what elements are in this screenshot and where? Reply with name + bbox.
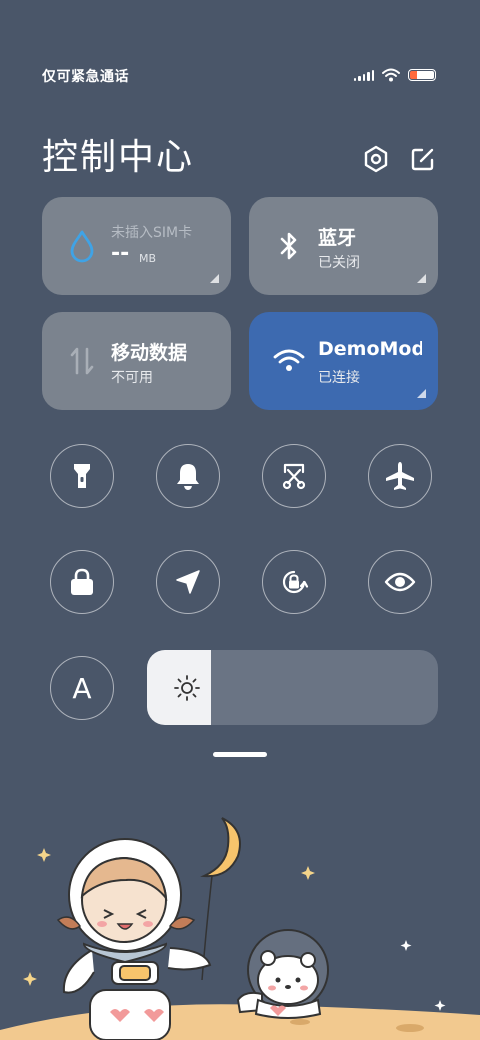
lock-screen-toggle[interactable]	[50, 550, 114, 614]
signal-icon	[353, 69, 374, 81]
wallpaper-illustration	[0, 817, 480, 1040]
bluetooth-title: 蓝牙	[318, 227, 357, 249]
bell-icon	[177, 464, 199, 490]
sim-status-label: 未插入SIM卡	[111, 225, 193, 241]
airplane-icon	[386, 462, 414, 490]
lock-icon	[71, 568, 93, 595]
wifi-icon	[273, 342, 305, 380]
location-toggle[interactable]	[156, 550, 220, 614]
carrier-text: 仅可紧急通话	[42, 69, 129, 85]
edit-icon	[411, 148, 434, 171]
sun-icon	[174, 675, 200, 701]
data-arrows-icon	[66, 342, 98, 380]
wifi-status: 已连接	[318, 370, 360, 386]
eye-icon	[384, 572, 416, 592]
battery-icon	[408, 69, 436, 81]
airplane-mode-toggle[interactable]	[368, 444, 432, 508]
screenshot-toggle[interactable]	[262, 444, 326, 508]
bluetooth-status: 已关闭	[318, 255, 360, 271]
expand-corner-icon	[417, 389, 426, 398]
drag-handle[interactable]	[213, 752, 267, 757]
droplet-icon	[66, 227, 98, 265]
rotation-lock-toggle[interactable]	[262, 550, 326, 614]
page-title: 控制中心	[42, 137, 195, 178]
reading-mode-toggle[interactable]	[368, 550, 432, 614]
data-usage-unit: MB	[139, 252, 157, 265]
status-icons	[353, 66, 436, 84]
bluetooth-icon	[273, 227, 305, 265]
status-bar: 仅可紧急通话	[0, 0, 480, 120]
wifi-icon	[382, 68, 400, 82]
sim-data-tile[interactable]: 未插入SIM卡 -- MB	[42, 197, 231, 295]
settings-button[interactable]	[361, 144, 391, 174]
edit-button[interactable]	[408, 144, 438, 174]
location-arrow-icon	[176, 570, 200, 594]
font-a-icon: A	[72, 671, 92, 705]
flashlight-icon	[74, 464, 90, 488]
expand-corner-icon	[417, 274, 426, 283]
mobile-data-title: 移动数据	[111, 342, 188, 364]
mobile-data-tile[interactable]: 移动数据 不可用	[42, 312, 231, 410]
mobile-data-status: 不可用	[111, 370, 153, 386]
wifi-network-name: DemoMod	[318, 338, 422, 360]
gear-icon	[364, 145, 388, 173]
bluetooth-tile[interactable]: 蓝牙 已关闭	[249, 197, 438, 295]
rotation-lock-icon	[282, 570, 309, 594]
scissors-icon	[282, 463, 306, 490]
expand-corner-icon	[210, 274, 219, 283]
flashlight-toggle[interactable]	[50, 444, 114, 508]
ringer-toggle[interactable]	[156, 444, 220, 508]
brightness-slider[interactable]	[147, 650, 438, 725]
data-usage-value: --	[111, 241, 130, 266]
wifi-tile[interactable]: DemoMod 已连接	[249, 312, 438, 410]
font-size-toggle[interactable]: A	[50, 656, 114, 720]
